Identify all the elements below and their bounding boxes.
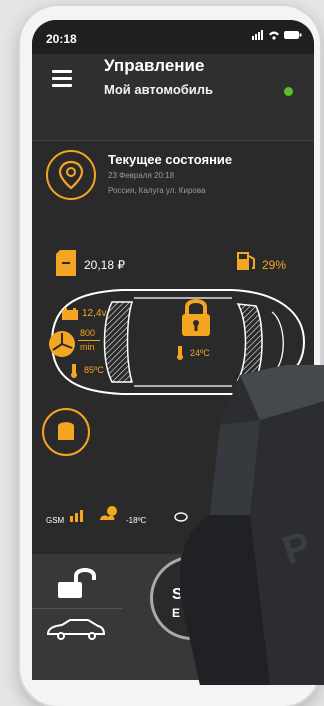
online-status-dot: [284, 87, 293, 96]
status-bar: 20:18: [32, 20, 314, 54]
trunk-button[interactable]: [42, 408, 90, 456]
outside-temp-value: -18ºC: [126, 516, 147, 525]
weather-icon: [100, 506, 117, 520]
start-button-sublabel: E: [172, 606, 181, 620]
location-icon[interactable]: [46, 150, 96, 200]
gsm-signal-icon: [70, 510, 83, 522]
rpm-fraction-line: [78, 340, 100, 341]
unlock-icon[interactable]: [56, 568, 100, 600]
current-state-location: Россия, Калуга ул. Кирова: [108, 186, 206, 195]
current-state-date: 23 Февраля 20:18: [108, 171, 175, 180]
menu-button[interactable]: [52, 70, 72, 88]
gsm-label: GSM: [46, 516, 65, 525]
system-icons: [252, 30, 302, 40]
alarm-device-image: P: [179, 356, 324, 685]
signal-icon: [252, 30, 263, 40]
balance-value: 20,18 ₽: [84, 258, 125, 272]
page-title: Управление: [104, 56, 205, 75]
sim-card-icon: [56, 250, 76, 276]
page-subtitle[interactable]: Мой автомобиль: [104, 82, 213, 97]
rpm-unit: min: [80, 342, 95, 352]
cabin-temp-icon: [177, 346, 183, 360]
battery-icon: [284, 31, 302, 39]
trunk-icon: [58, 422, 74, 440]
current-state-title: Текущее состояние: [108, 152, 233, 167]
lock-icon[interactable]: [178, 296, 214, 338]
rpm-value: 800: [80, 328, 96, 338]
engine-fan-icon: [49, 331, 75, 357]
car-battery-icon: [62, 308, 78, 320]
wifi-icon: [269, 31, 279, 40]
engine-temp-icon: [71, 364, 77, 378]
fuel-level-value: 29%: [262, 258, 287, 272]
battery-voltage-value: 12,4v: [82, 308, 107, 319]
engine-temp-value: 85ºC: [84, 365, 104, 375]
car-icon[interactable]: [46, 618, 106, 640]
cabin-temp-value: 24ºC: [190, 348, 210, 358]
fuel-pump-icon: [237, 252, 255, 270]
status-time: 20:18: [46, 32, 77, 46]
header-divider: [32, 140, 314, 141]
control-divider: [32, 608, 122, 609]
